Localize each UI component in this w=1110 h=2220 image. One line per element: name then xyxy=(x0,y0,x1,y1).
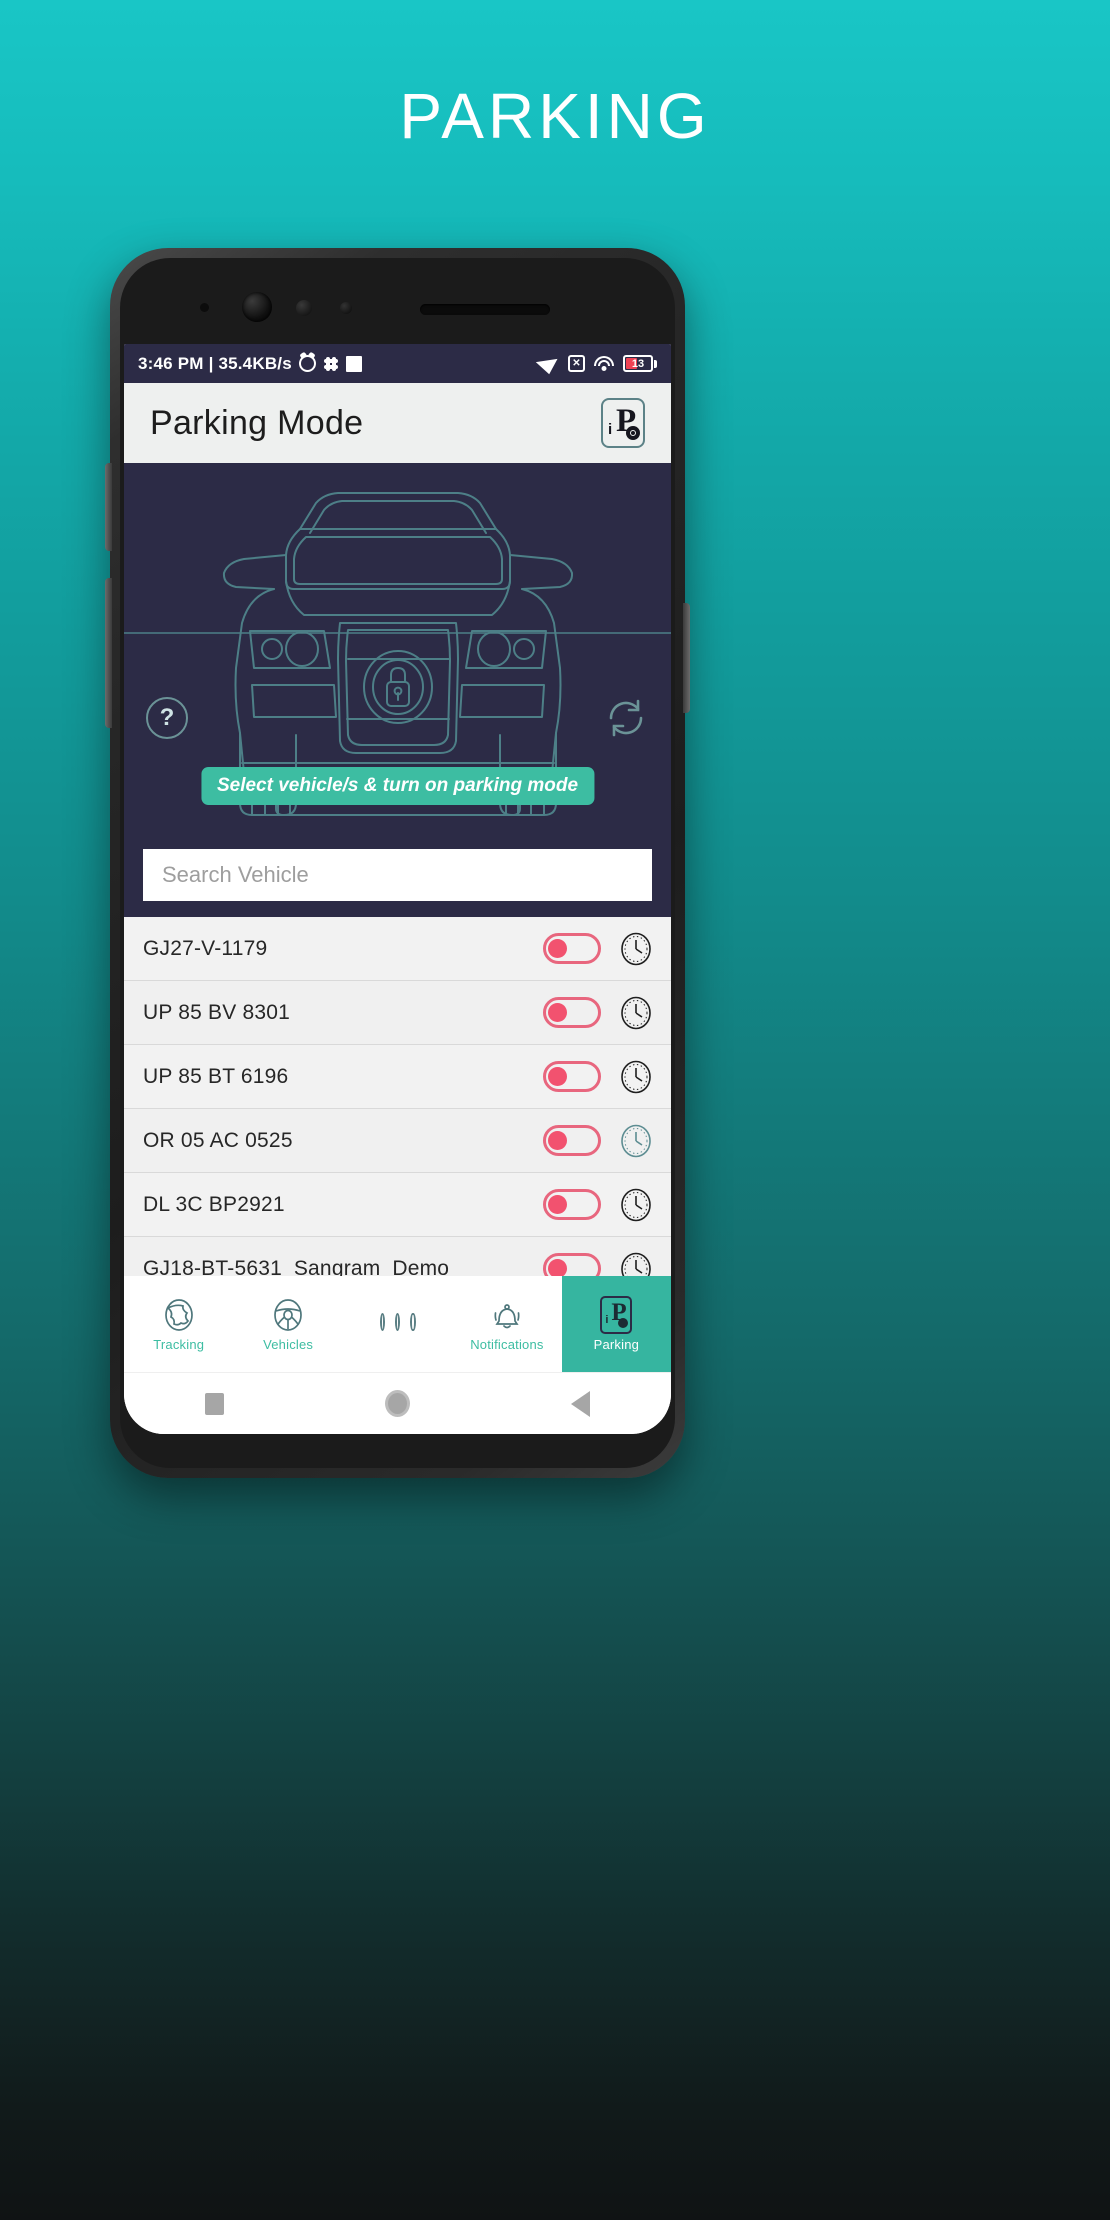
more-dots-icon xyxy=(379,1304,416,1340)
parking-mode-toggle[interactable] xyxy=(543,1061,601,1092)
status-bar: 3:46 PM | 35.4KB/s ✕ 13 xyxy=(124,344,671,383)
search-input[interactable] xyxy=(143,849,652,901)
parking-mode-toggle[interactable] xyxy=(543,997,601,1028)
proximity-sensor-icon xyxy=(296,300,312,316)
parking-badge-letter-i: i xyxy=(608,421,613,438)
sensor-icon xyxy=(200,303,209,312)
app-bar-title: Parking Mode xyxy=(150,403,364,442)
phone-top-bezel xyxy=(124,262,671,338)
back-triangle-icon[interactable] xyxy=(571,1390,591,1417)
refresh-icon[interactable] xyxy=(603,695,649,741)
status-time-network: 3:46 PM | 35.4KB/s xyxy=(138,353,292,373)
front-camera-icon xyxy=(242,292,272,322)
bottom-navigation: Tracking Vehicles Notifications P i Park… xyxy=(124,1276,671,1372)
parking-badge-dot xyxy=(618,1317,629,1328)
nav-item-tracking[interactable]: Tracking xyxy=(124,1276,233,1372)
phone-mockup: 3:46 PM | 35.4KB/s ✕ 13 Parking Mode P i… xyxy=(105,248,690,1478)
parking-mode-toggle[interactable] xyxy=(543,1125,601,1156)
search-bar-container xyxy=(124,835,671,917)
clock-icon[interactable] xyxy=(619,1060,653,1094)
help-icon[interactable]: ? xyxy=(146,697,188,739)
parking-hero-panel: ? Select vehicle/s & turn on parking mod… xyxy=(124,463,671,835)
location-arrow-icon xyxy=(535,352,565,375)
nav-label-tracking: Tracking xyxy=(153,1336,205,1352)
phone-button-volume-down xyxy=(105,578,112,728)
clock-icon[interactable] xyxy=(619,996,653,1030)
vehicle-plate: GJ27-V-1179 xyxy=(143,936,268,960)
nav-item-notifications[interactable]: Notifications xyxy=(452,1276,561,1372)
wifi-icon xyxy=(594,355,614,372)
parking-badge-icon: P i xyxy=(598,1295,634,1334)
battery-icon: 13 xyxy=(623,355,657,372)
vehicle-plate: UP 85 BV 8301 xyxy=(143,1000,290,1024)
parking-badge-letter-i: i xyxy=(605,1313,609,1326)
nav-label-vehicles: Vehicles xyxy=(263,1336,314,1352)
vehicle-plate: UP 85 BT 6196 xyxy=(143,1064,289,1088)
table-row[interactable]: UP 85 BV 8301 xyxy=(124,981,671,1045)
parking-mode-toggle[interactable] xyxy=(543,933,601,964)
phone-button-power xyxy=(683,603,690,713)
steering-wheel-icon xyxy=(270,1297,306,1333)
app-icon xyxy=(345,355,362,372)
status-bar-left: 3:46 PM | 35.4KB/s xyxy=(138,354,541,374)
nav-item-more[interactable] xyxy=(343,1276,452,1372)
clock-icon[interactable] xyxy=(619,1188,653,1222)
table-row[interactable]: GJ27-V-1179 xyxy=(124,917,671,981)
table-row[interactable]: OR 05 AC 0525 xyxy=(124,1109,671,1173)
table-row[interactable]: DL 3C BP2921 xyxy=(124,1173,671,1237)
nav-label-notifications: Notifications xyxy=(470,1336,544,1352)
globe-icon xyxy=(161,1297,197,1333)
clock-icon[interactable] xyxy=(619,932,653,966)
light-sensor-icon xyxy=(340,302,352,314)
home-circle-icon[interactable] xyxy=(384,1390,410,1417)
earpiece-speaker xyxy=(420,304,550,315)
app-bar: Parking Mode P i xyxy=(124,383,671,463)
nav-item-parking[interactable]: P i Parking xyxy=(561,1276,671,1372)
slack-icon xyxy=(323,356,339,372)
phone-button-volume-up xyxy=(105,463,112,551)
bell-icon xyxy=(489,1297,525,1333)
vehicle-list: GJ27-V-1179 UP 85 BV 8301 UP 85 BT 6196 … xyxy=(124,917,671,1301)
nav-label-parking: Parking xyxy=(593,1336,640,1352)
page-title: PARKING xyxy=(399,80,711,152)
parking-hint-banner: Select vehicle/s & turn on parking mode xyxy=(200,767,595,805)
vehicle-plate: DL 3C BP2921 xyxy=(143,1192,285,1216)
battery-level: 13 xyxy=(631,357,645,370)
alarm-icon xyxy=(298,355,316,372)
android-navigation-bar xyxy=(124,1372,671,1434)
nav-item-vehicles[interactable]: Vehicles xyxy=(233,1276,342,1372)
mute-icon: ✕ xyxy=(568,355,585,372)
parking-badge-icon[interactable]: P i xyxy=(601,398,645,448)
recents-square-icon[interactable] xyxy=(204,1392,224,1415)
status-bar-right: ✕ 13 xyxy=(535,352,657,375)
parking-badge-dot xyxy=(626,426,640,440)
parking-mode-toggle[interactable] xyxy=(543,1189,601,1220)
clock-icon[interactable] xyxy=(619,1124,653,1158)
phone-screen: 3:46 PM | 35.4KB/s ✕ 13 Parking Mode P i… xyxy=(124,344,671,1434)
vehicle-plate: OR 05 AC 0525 xyxy=(143,1128,293,1152)
table-row[interactable]: UP 85 BT 6196 xyxy=(124,1045,671,1109)
